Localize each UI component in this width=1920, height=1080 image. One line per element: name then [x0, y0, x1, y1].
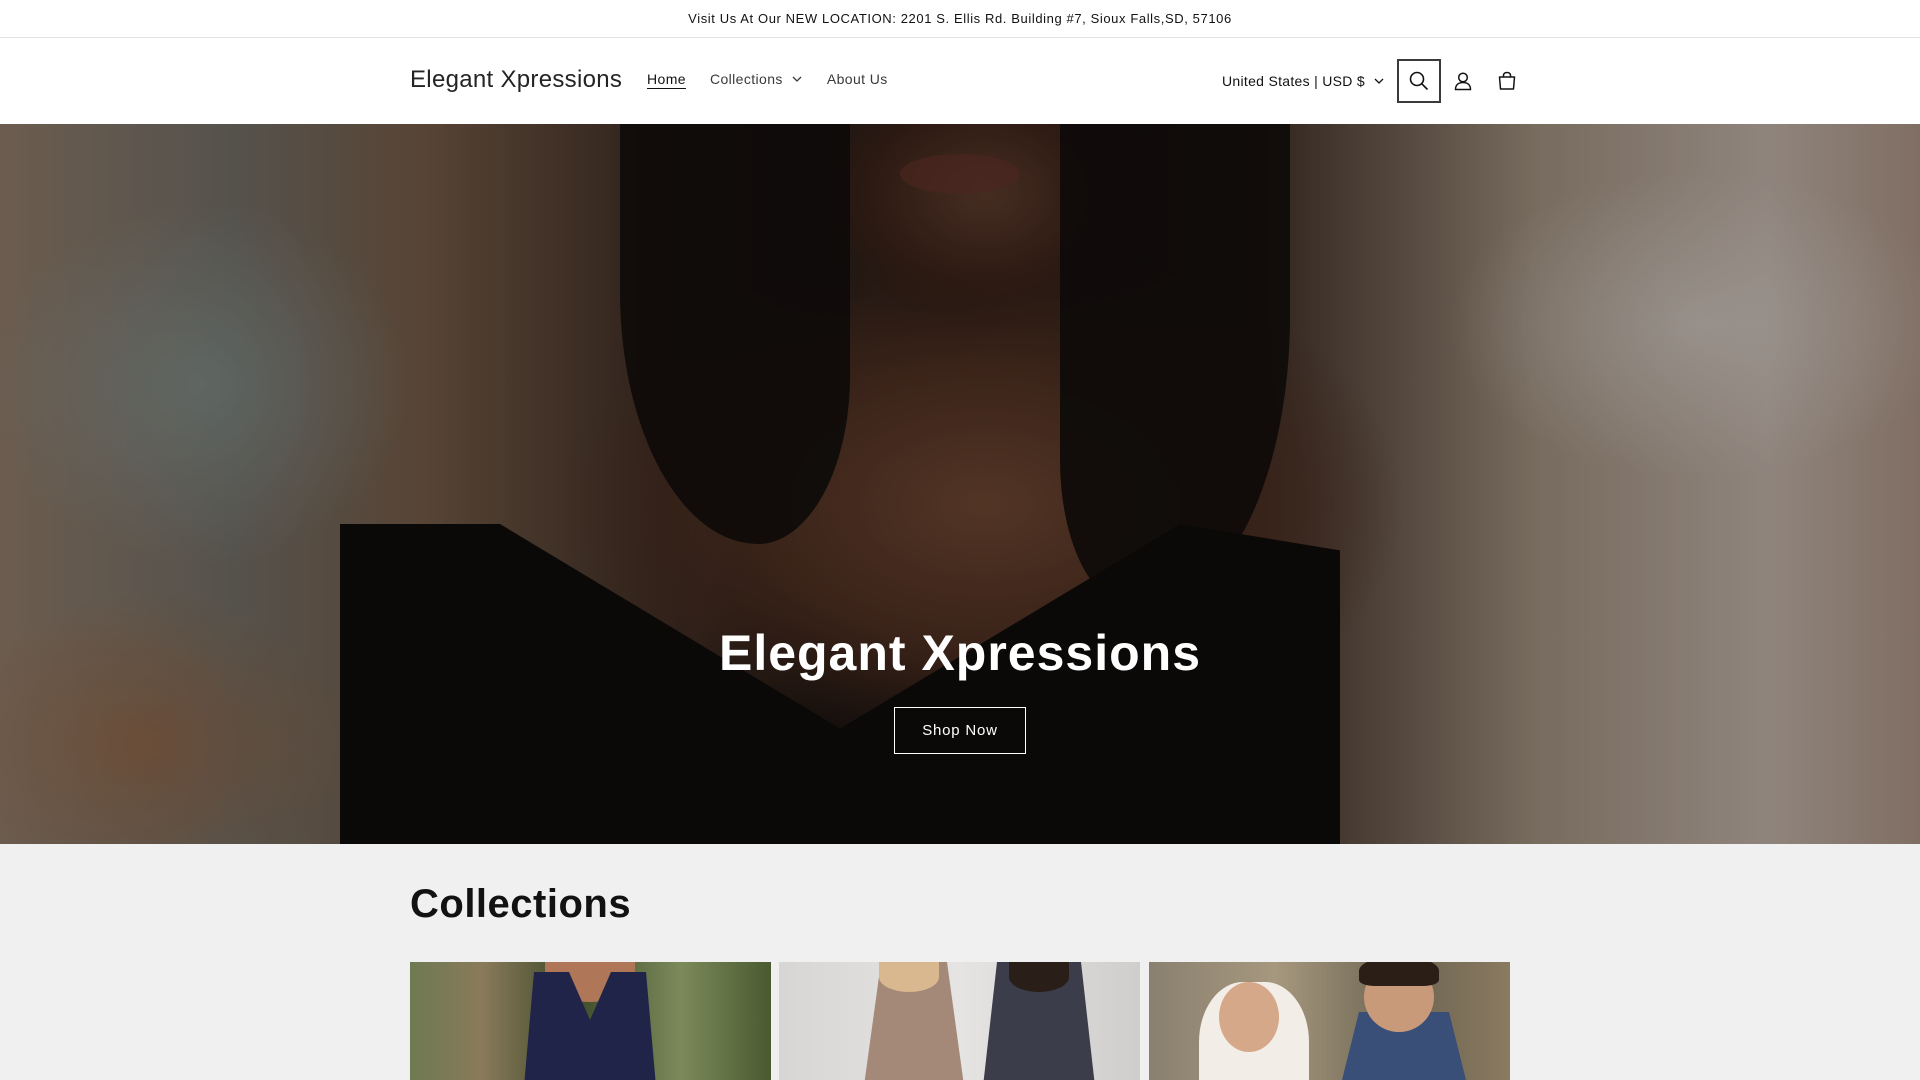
nav-item-collections[interactable]: Collections — [710, 71, 803, 87]
nav-item-label: Collections — [709, 71, 783, 87]
collection-image — [1009, 962, 1069, 992]
account-button[interactable] — [1441, 59, 1485, 103]
collections-heading: Collections — [410, 882, 632, 926]
main-nav: Home Collections About Us — [647, 71, 888, 87]
account-icon — [1454, 72, 1472, 91]
localization-label: United States | USD $ — [1222, 73, 1365, 89]
cart-icon — [1498, 71, 1516, 90]
country-currency-selector[interactable]: United States | USD $ — [1222, 73, 1385, 89]
collection-card-wedding[interactable] — [1149, 962, 1510, 1080]
site-header: Elegant Xpressions Home Collections Abou… — [0, 38, 1920, 124]
nav-item-label: Home — [647, 71, 686, 87]
collection-image — [879, 962, 939, 992]
nav-item-about-us[interactable]: About Us — [827, 71, 888, 87]
chevron-down-icon — [792, 76, 802, 82]
collection-image — [1359, 962, 1439, 986]
header-icons: United States | USD $ — [1222, 59, 1529, 103]
collections-section: Collections — [0, 844, 1920, 1080]
chevron-down-icon — [1374, 78, 1384, 84]
announcement-bar: Visit Us At Our NEW LOCATION: 2201 S. El… — [0, 0, 1920, 38]
shop-now-button[interactable]: Shop Now — [894, 707, 1026, 754]
hero-title: Elegant Xpressions — [718, 625, 1202, 681]
collection-card-mother-of-bride[interactable] — [779, 962, 1140, 1080]
search-icon — [1409, 71, 1429, 91]
announcement-text: Visit Us At Our NEW LOCATION: 2201 S. El… — [688, 11, 1232, 26]
site-logo[interactable]: Elegant Xpressions — [410, 66, 622, 94]
cart-button[interactable] — [1485, 59, 1529, 103]
collection-card-evening-gowns[interactable] — [410, 962, 771, 1080]
collection-image — [1219, 982, 1279, 1052]
nav-item-home[interactable]: Home — [647, 71, 686, 87]
search-button[interactable] — [1397, 59, 1441, 103]
hero-banner: Elegant Xpressions Shop Now — [0, 124, 1920, 844]
nav-item-label: About Us — [826, 71, 888, 87]
